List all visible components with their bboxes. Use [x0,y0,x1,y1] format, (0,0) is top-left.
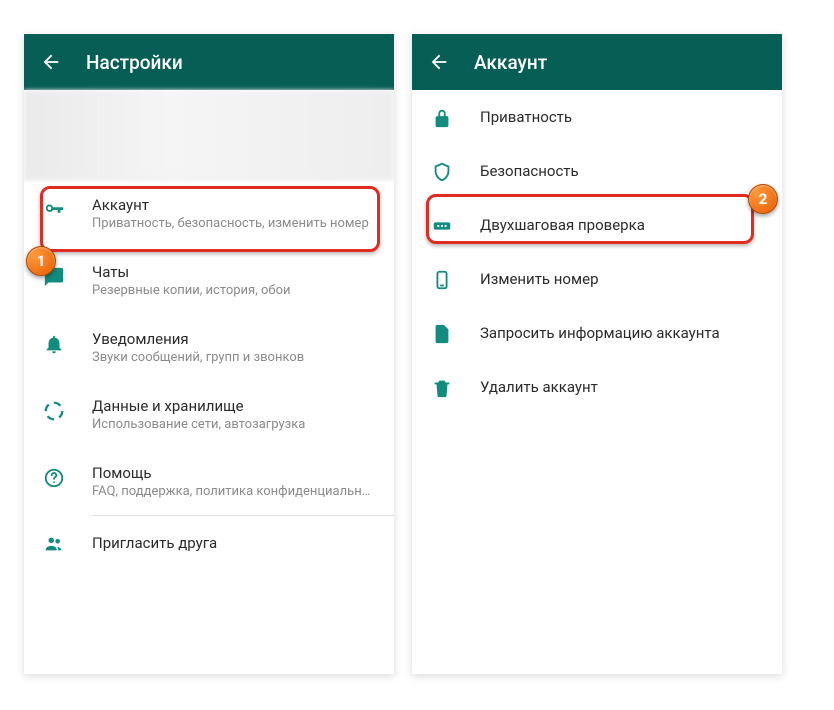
trash-icon [430,376,454,400]
settings-item-help[interactable]: Помощь FAQ, поддержка, политика конфиден… [24,448,394,515]
phone-icon [430,268,454,292]
item-sublabel: Звуки сообщений, групп и звонков [92,350,376,365]
data-icon [42,399,66,423]
content: Аккаунт Приватность, безопасность, измен… [24,90,394,570]
account-screen: Аккаунт Приватность Безопасность Двухшаг… [412,34,782,674]
item-label: Помощь [92,464,376,482]
item-sublabel: Резервные копии, история, обои [92,283,376,298]
shield-icon [430,160,454,184]
account-item-delete[interactable]: Удалить аккаунт [412,360,782,414]
item-label: Безопасность [480,162,764,180]
item-label: Удалить аккаунт [480,378,764,396]
settings-item-notifications[interactable]: Уведомления Звуки сообщений, групп и зво… [24,314,394,381]
document-icon [430,322,454,346]
profile-section[interactable] [24,90,394,180]
account-item-change-number[interactable]: Изменить номер [412,252,782,306]
back-arrow-icon[interactable] [40,51,62,73]
header: Аккаунт [412,34,782,90]
item-label: Запросить информацию аккаунта [480,324,764,342]
item-label: Приватность [480,108,764,126]
back-arrow-icon[interactable] [428,51,450,73]
item-label: Уведомления [92,330,376,348]
step-badge-2: 2 [748,184,778,214]
header: Настройки [24,34,394,90]
settings-screen: Настройки Аккаунт Приватность, безопасно… [24,34,394,674]
page-title: Настройки [86,51,183,74]
item-label: Данные и хранилище [92,397,376,415]
bell-icon [42,332,66,356]
dots-icon [430,214,454,238]
help-icon [42,466,66,490]
account-item-security[interactable]: Безопасность [412,144,782,198]
content: Приватность Безопасность Двухшаговая про… [412,90,782,414]
step-badge-1: 1 [26,246,56,276]
account-item-privacy[interactable]: Приватность [412,90,782,144]
settings-item-invite[interactable]: Пригласить друга [24,516,394,570]
settings-item-chats[interactable]: Чаты Резервные копии, история, обои [24,247,394,314]
people-icon [42,532,66,556]
item-sublabel: Использование сети, автозагрузка [92,417,376,432]
page-title: Аккаунт [474,51,547,74]
item-label: Двухшаговая проверка [480,216,764,234]
settings-item-data[interactable]: Данные и хранилище Использование сети, а… [24,381,394,448]
item-sublabel: Приватность, безопасность, изменить номе… [92,216,376,231]
lock-icon [430,106,454,130]
item-label: Пригласить друга [92,534,376,552]
item-label: Чаты [92,263,376,281]
item-sublabel: FAQ, поддержка, политика конфиденциально… [92,484,376,499]
account-item-request-info[interactable]: Запросить информацию аккаунта [412,306,782,360]
account-item-two-step[interactable]: Двухшаговая проверка [412,198,782,252]
item-label: Аккаунт [92,196,376,214]
item-label: Изменить номер [480,270,764,288]
settings-item-account[interactable]: Аккаунт Приватность, безопасность, измен… [24,180,394,247]
key-icon [42,198,66,222]
